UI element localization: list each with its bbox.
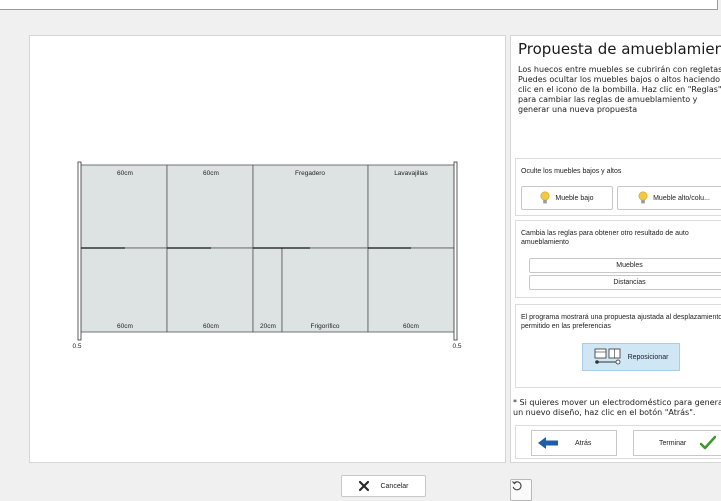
upper-cabinet[interactable] [252,164,369,249]
move-appliance-note: * Si quieres mover un electrodoméstico p… [513,398,721,417]
upper-cabinet-label: Lavavajillas [394,170,428,177]
lower-cabinets [79,247,456,333]
navigation-section: Atrás Terminar [515,425,721,459]
lightbulb-icon [638,191,648,204]
low-furniture-button[interactable]: Mueble bajo [521,186,613,210]
right-offset-label: 0.5 [452,343,461,350]
finish-label: Terminar [659,439,687,447]
reposition-icon [594,348,620,365]
lightbulb-icon [540,191,550,204]
reposition-section: El programa mostrará una propuesta ajust… [515,304,721,388]
plan-canvas[interactable]: 60cm 60cm Fregadero Lavavajillas 60cm 60… [29,35,532,501]
panel-description: Los huecos entre muebles se cubrirán con… [518,65,721,114]
back-label: Atrás [575,439,592,447]
panel-title: Propuesta de amueblamiento [518,40,721,58]
top-bar [0,0,718,10]
reposition-label: Reposicionar [627,353,669,361]
hide-furniture-section: Oculte los muebles bajos y altos Mueble … [515,158,721,216]
lower-cabinet[interactable] [281,247,369,333]
left-offset-label: 0.5 [72,343,81,350]
lower-cabinet[interactable] [252,247,283,333]
upper-cabinet[interactable] [166,164,254,249]
lower-cabinet-label: 20cm [260,323,276,330]
high-furniture-label: Mueble alto/colu... [653,194,710,202]
rotate-ccw-icon [512,481,522,491]
distances-rules-button[interactable]: Distancias [529,275,721,290]
furniture-rules-button[interactable]: Muebles [529,258,721,273]
arrow-left-icon [538,437,558,449]
cancel-button[interactable]: Cancelar [341,475,426,497]
reposition-button[interactable]: Reposicionar [582,343,680,371]
lower-cabinet-label: Frigorífico [311,323,340,330]
lower-cabinet-label: 60cm [117,323,133,330]
kitchen-elevation: 60cm 60cm Fregadero Lavavajillas 60cm 60… [72,161,462,350]
reposition-section-label: El programa mostrará una propuesta ajust… [521,314,721,330]
finish-button[interactable]: Terminar [633,430,721,456]
checkmark-icon [700,435,717,450]
lower-cabinet-label: 60cm [403,323,419,330]
high-furniture-button[interactable]: Mueble alto/colu... [617,186,721,210]
lower-cabinet[interactable] [79,247,168,333]
rules-section: Cambia las reglas para obtener otro resu… [515,220,721,298]
proposal-panel: Propuesta de amueblamiento Los huecos en… [510,35,721,463]
upper-cabinet-label: Fregadero [295,170,325,177]
lower-cabinet-label: 60cm [203,323,219,330]
back-button[interactable]: Atrás [531,430,617,456]
upper-cabinet-label: 60cm [203,170,219,177]
cancel-label: Cancelar [380,482,409,490]
rules-section-label: Cambia las reglas para obtener otro resu… [521,230,689,246]
upper-cabinet[interactable] [79,164,168,249]
lower-cabinet[interactable] [367,247,456,333]
lower-cabinet[interactable] [166,247,254,333]
upper-cabinet-label: 60cm [117,170,133,177]
upper-cabinet[interactable] [367,164,456,249]
close-x-icon [359,480,370,492]
reset-view-button[interactable] [510,479,532,501]
low-furniture-label: Mueble bajo [555,194,594,202]
hide-section-label: Oculte los muebles bajos y altos [521,168,622,175]
upper-cabinets [79,164,456,249]
